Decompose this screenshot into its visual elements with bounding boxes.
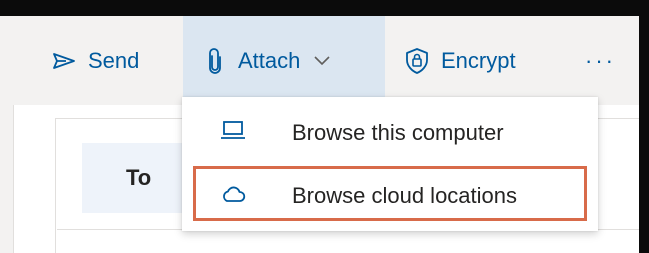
menu-item-browse-computer[interactable]: Browse this computer (182, 105, 598, 161)
encrypt-label: Encrypt (441, 47, 516, 73)
send-button[interactable]: Send (52, 16, 139, 105)
encrypt-button[interactable]: Encrypt (405, 16, 516, 105)
attach-label: Attach (238, 47, 301, 73)
menu-item-label: Browse this computer (292, 120, 504, 145)
window-right-edge (639, 0, 649, 253)
more-label: ··· (585, 47, 616, 73)
more-options-button[interactable]: ··· (585, 16, 616, 105)
menu-item-label: Browse cloud locations (292, 183, 518, 208)
to-label: To (126, 165, 152, 190)
send-label: Send (88, 47, 140, 73)
chevron-down-icon[interactable] (314, 55, 330, 66)
paperclip-icon (208, 47, 222, 74)
window-top-edge (0, 0, 649, 16)
cloud-icon (220, 183, 246, 209)
compose-toolbar: Send Attach Encrypt ··· (0, 16, 639, 105)
attach-button[interactable]: Attach (183, 16, 385, 105)
laptop-icon (220, 120, 246, 146)
shield-lock-icon (405, 47, 429, 74)
menu-item-browse-cloud[interactable]: Browse cloud locations (182, 168, 598, 224)
outlook-compose-window: Send Attach Encrypt ··· To Browse this c… (0, 0, 649, 253)
left-pane (0, 105, 14, 253)
attach-dropdown-menu: Browse this computer Browse cloud locati… (182, 97, 598, 231)
to-button[interactable]: To (82, 143, 184, 213)
send-icon (52, 52, 76, 70)
